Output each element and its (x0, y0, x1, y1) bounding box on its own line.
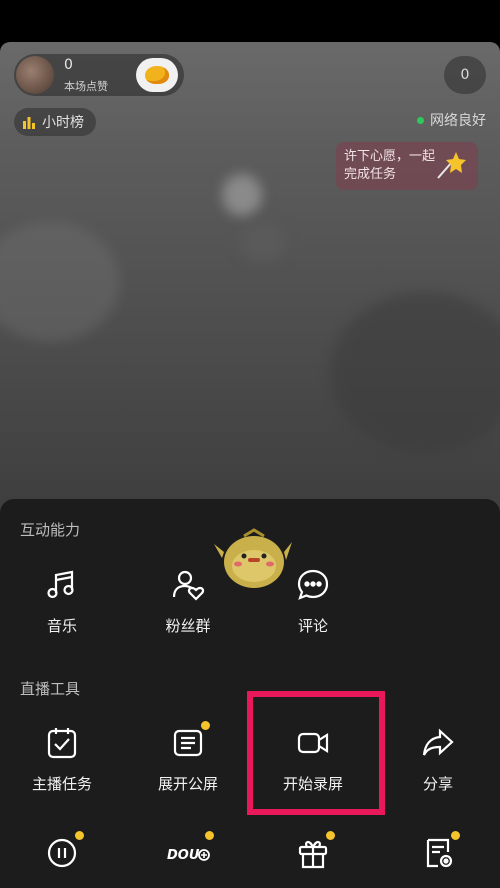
wish-text: 许下心愿，一起完成任务 (344, 149, 436, 182)
pause-icon (47, 838, 77, 868)
hourly-rank-button[interactable]: 小时榜 (14, 108, 96, 136)
gift-bubble-icon[interactable] (136, 58, 178, 92)
task-icon (47, 728, 77, 759)
tool-public-screen-button[interactable]: 展开公屏 (138, 721, 238, 794)
settings-doc-icon (426, 838, 453, 868)
notification-dot (75, 831, 84, 840)
notification-dot (205, 831, 214, 840)
fan-group-icon (172, 570, 205, 601)
tool-music-button[interactable]: 音乐 (12, 567, 112, 636)
rank-label: 小时榜 (42, 115, 84, 131)
tool-label: 评论 (297, 617, 328, 635)
dou-plus-icon: DOU (167, 848, 210, 863)
chick-sticker-icon (214, 528, 292, 588)
gift-icon (298, 841, 328, 869)
network-status: 网络良好 (417, 110, 486, 130)
tool-share-button[interactable]: 分享 (388, 725, 488, 794)
tool-dou-plus-button[interactable]: DOU (138, 831, 238, 871)
music-icon (47, 570, 74, 599)
likes-label: 本场点赞 (64, 80, 108, 93)
tool-label: 展开公屏 (157, 775, 218, 793)
viewer-count-button[interactable]: 0 (444, 56, 486, 94)
tool-label: 分享 (422, 775, 453, 793)
section-title-tools: 直播工具 (20, 680, 81, 698)
star-wand-icon (437, 152, 466, 179)
tool-gift-button[interactable] (263, 831, 363, 871)
network-dot-icon (417, 116, 424, 124)
network-label: 网络良好 (430, 113, 486, 129)
tool-pause-button[interactable] (12, 831, 112, 871)
tool-settings-doc-button[interactable] (388, 831, 488, 871)
comment-icon (297, 569, 329, 600)
notification-dot (451, 831, 460, 840)
wish-task-card[interactable]: 许下心愿，一起完成任务 (336, 142, 478, 190)
avatar[interactable] (16, 56, 54, 94)
host-info-pill[interactable]: 0 本场点赞 (14, 54, 184, 96)
section-title-interact: 互动能力 (20, 521, 81, 539)
tool-label: 主播任务 (31, 775, 92, 793)
status-bar-area (0, 0, 500, 42)
tool-label: 粉丝群 (165, 617, 211, 635)
notification-dot (326, 831, 335, 840)
notification-dot (201, 721, 210, 730)
tool-label: 音乐 (46, 617, 77, 635)
share-icon (422, 728, 454, 756)
tool-host-task-button[interactable]: 主播任务 (12, 725, 112, 794)
record-highlight-box (247, 691, 385, 815)
dou-label: DOU (167, 848, 200, 863)
rank-bars-icon (23, 117, 35, 129)
public-screen-icon (173, 729, 203, 757)
likes-count: 0 (64, 57, 73, 73)
